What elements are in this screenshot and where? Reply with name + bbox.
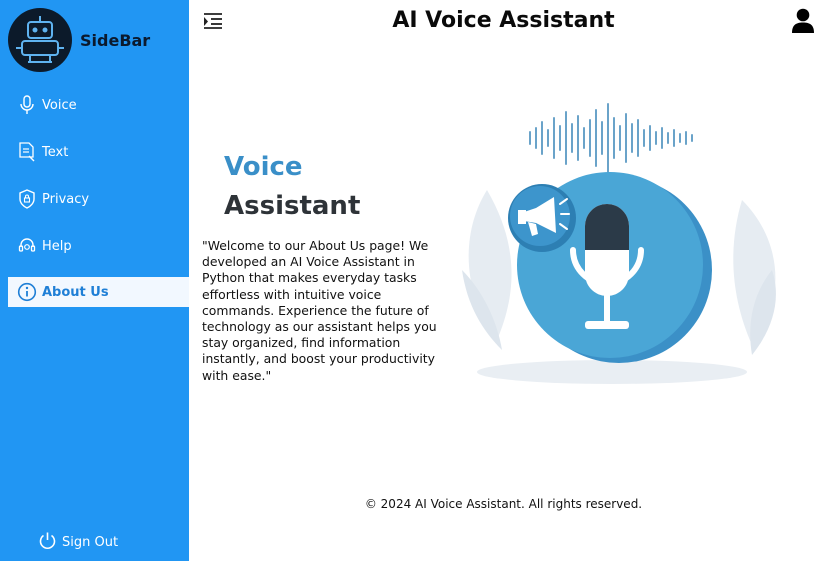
sidebar-item-voice[interactable]: Voice <box>8 90 189 120</box>
voice-assistant-illustration <box>452 100 792 390</box>
shield-icon <box>16 188 38 210</box>
user-icon[interactable] <box>791 8 815 34</box>
sidebar-item-help[interactable]: Help <box>8 231 189 261</box>
heading-line-1: Voice <box>224 152 303 182</box>
page-title: AI Voice Assistant <box>392 8 615 33</box>
heading-line-2: Assistant <box>224 191 361 221</box>
sidebar-item-label: About Us <box>42 284 109 300</box>
sidebar-item-label: Privacy <box>42 191 90 207</box>
document-icon <box>16 141 38 163</box>
sign-out-label: Sign Out <box>62 534 119 550</box>
sidebar-item-label: Help <box>42 238 72 254</box>
info-icon <box>16 281 38 303</box>
brand-name: SideBar <box>80 31 151 50</box>
power-icon <box>38 531 57 554</box>
sidebar-item-about-us[interactable]: About Us <box>8 277 189 307</box>
help-icon <box>16 235 38 257</box>
sign-out-button[interactable]: Sign Out <box>38 531 118 553</box>
sidebar-item-label: Voice <box>42 97 77 113</box>
robot-icon <box>8 8 72 72</box>
sidebar-item-label: Text <box>42 144 69 160</box>
footer-copyright: © 2024 AI Voice Assistant. All rights re… <box>364 497 643 511</box>
sidebar: SideBar Voice Text Privacy Help About Us <box>0 0 189 561</box>
sidebar-item-text[interactable]: Text <box>8 137 189 167</box>
sidebar-item-privacy[interactable]: Privacy <box>8 184 189 214</box>
voice-assistant-heading: Voice Assistant <box>224 148 360 226</box>
microphone-icon <box>16 94 38 116</box>
about-text: "Welcome to our About Us page! We develo… <box>202 238 437 383</box>
